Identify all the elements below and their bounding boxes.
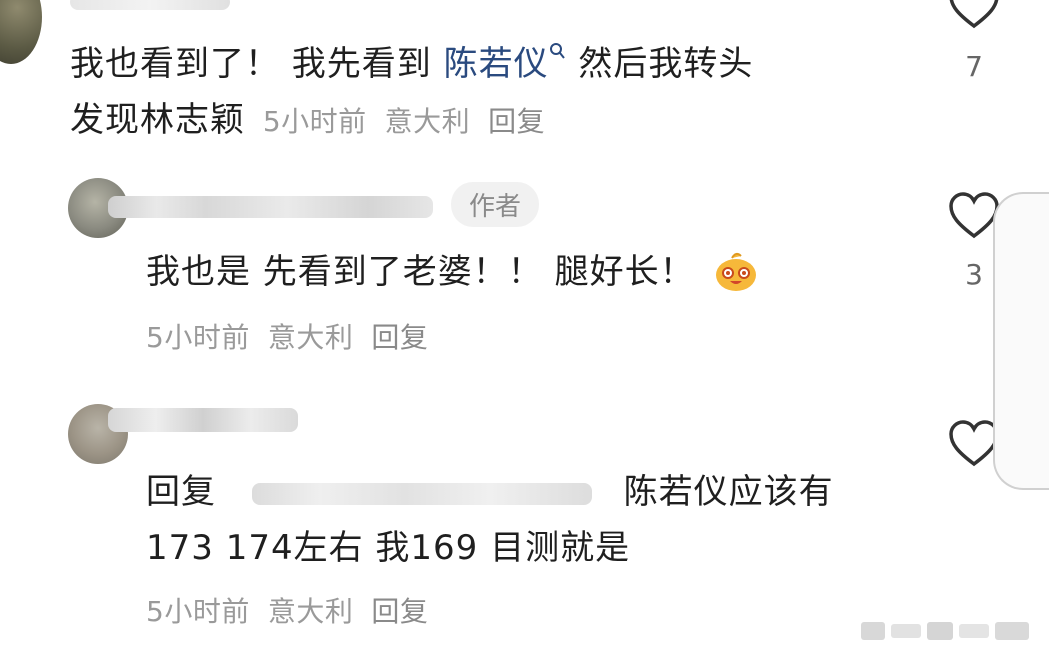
comment-time: 5小时前 (262, 105, 367, 138)
comment-time: 5小时前 (146, 321, 250, 354)
mention-blurred[interactable] (251, 482, 592, 505)
comment-location: 意大利 (384, 105, 471, 138)
reply-button[interactable]: 回复 (371, 595, 428, 628)
like-count: 3 (965, 258, 983, 291)
reply-prefix: 回复 (146, 472, 216, 512)
comment-text-part: 然后我转头 (566, 44, 754, 84)
author-badge: 作者 (451, 182, 540, 227)
watermark-blurred (861, 620, 1031, 642)
comment-text-part: 陈若仪应该有 (623, 472, 834, 512)
smiling-emoji-icon (716, 252, 757, 291)
username-blurred[interactable] (108, 196, 433, 218)
reply-button[interactable]: 回复 (371, 321, 428, 354)
heart-outline-icon[interactable] (948, 0, 1000, 30)
comment-text-part: 我也看到了！ 我先看到 (70, 44, 444, 84)
avatar[interactable] (0, 0, 42, 64)
comment-text: 我也是 先看到了老婆！！ 腿好长！ (146, 244, 926, 300)
comment-text-part: 我也是 先看到了老婆！！ 腿好长！ (146, 252, 695, 292)
comment-text: 回复 陈若仪应该有 (146, 464, 946, 520)
mention-link[interactable]: 陈若仪 (443, 43, 567, 84)
comment-text-line: 发现林志颖 5小时前 意大利 回复 (70, 92, 930, 150)
comment-meta: 5小时前 意大利 回复 (146, 590, 446, 630)
comment-text-line: 173 174左右 我169 目测就是 (146, 528, 631, 568)
scrollbar[interactable] (993, 192, 1049, 490)
comment-meta: 5小时前 意大利 回复 (146, 316, 446, 356)
reply-button[interactable]: 回复 (488, 105, 545, 138)
username-blurred[interactable] (70, 0, 230, 10)
comment-meta: 5小时前 意大利 回复 (263, 105, 563, 138)
mention-link-label: 陈若仪 (443, 44, 549, 84)
comment-location: 意大利 (267, 321, 354, 354)
search-icon (549, 43, 565, 59)
comment-location: 意大利 (267, 595, 354, 628)
like-count: 7 (965, 50, 983, 83)
comment-text: 我也看到了！ 我先看到 陈若仪 然后我转头 (70, 36, 930, 92)
comment-time: 5小时前 (146, 595, 250, 628)
comment-text-part: 发现林志颖 (70, 100, 245, 140)
username-blurred[interactable] (108, 408, 298, 432)
